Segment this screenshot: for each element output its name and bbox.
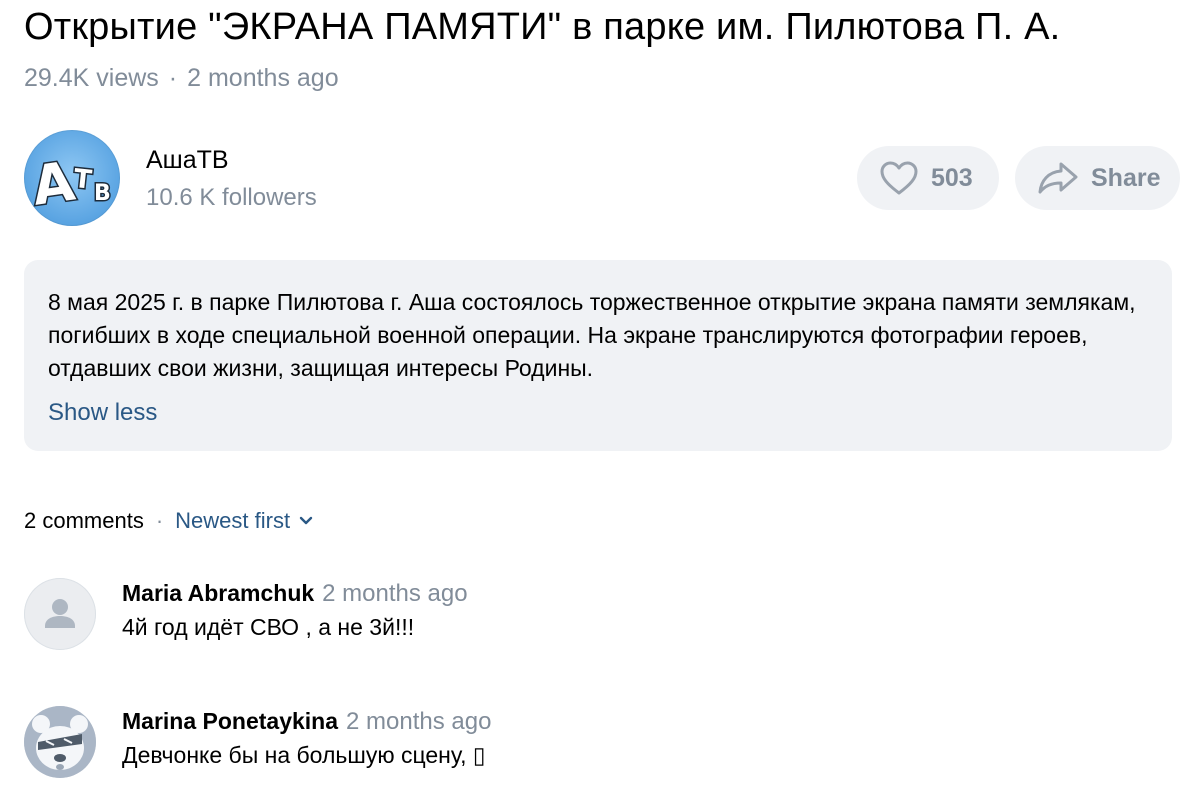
svg-text:А: А <box>28 149 78 217</box>
channel-logo-icon: А Т В <box>27 148 112 219</box>
comment-text: Девчонке бы на большую сцену, ▯ <box>122 742 486 768</box>
comment-author[interactable]: Maria Abramchuk <box>122 580 314 606</box>
video-title: Открытие "ЭКРАНА ПАМЯТИ" в парке им. Пил… <box>24 6 1061 48</box>
svg-text:Т: Т <box>72 164 93 196</box>
channel-avatar[interactable]: А Т В <box>24 130 120 226</box>
sort-dropdown[interactable]: Newest first <box>175 508 314 534</box>
share-label: Share <box>1091 163 1161 192</box>
bear-avatar-icon <box>24 706 96 778</box>
comments-separator: · <box>155 508 164 533</box>
comment-text: 4й год идёт СВО , а не 3й!!! <box>122 614 415 640</box>
comment-time: 2 months ago <box>322 580 468 607</box>
comment-item: Maria Abramchuk 2 months ago 4й год идёт … <box>24 576 1174 656</box>
meta-separator: · <box>168 64 178 92</box>
video-meta: 29.4K views · 2 months ago <box>24 64 339 93</box>
like-count: 503 <box>931 163 973 192</box>
channel-row: А Т В АшаТВ 10.6 K followers 503 Share <box>24 130 1180 228</box>
channel-name[interactable]: АшаТВ <box>146 146 229 175</box>
comments-header: 2 comments · Newest first <box>24 508 314 534</box>
comment-avatar[interactable] <box>24 578 96 650</box>
description-panel: 8 мая 2025 г. в парке Пилютова г. Аша со… <box>24 260 1172 451</box>
svg-text:В: В <box>94 181 111 206</box>
comments-count: 2 comments <box>24 508 144 533</box>
comment-time: 2 months ago <box>346 708 492 735</box>
heart-icon <box>880 161 918 195</box>
comment-author[interactable]: Marina Ponetaykina <box>122 708 338 734</box>
channel-followers: 10.6 K followers <box>146 184 317 211</box>
like-button[interactable]: 503 <box>857 146 999 210</box>
share-button[interactable]: Share <box>1015 146 1180 210</box>
chevron-down-icon <box>299 516 313 525</box>
description-text: 8 мая 2025 г. в парке Пилютова г. Аша со… <box>48 289 1136 381</box>
sort-label: Newest first <box>175 508 291 533</box>
show-less-link[interactable]: Show less <box>48 399 157 427</box>
comment-item: Marina Ponetaykina 2 months ago Девчонке … <box>24 704 1174 784</box>
comment-avatar[interactable] <box>24 706 96 778</box>
post-date: 2 months ago <box>187 64 339 92</box>
view-count: 29.4K views <box>24 64 159 92</box>
share-icon <box>1038 162 1078 194</box>
default-user-icon <box>45 599 75 628</box>
